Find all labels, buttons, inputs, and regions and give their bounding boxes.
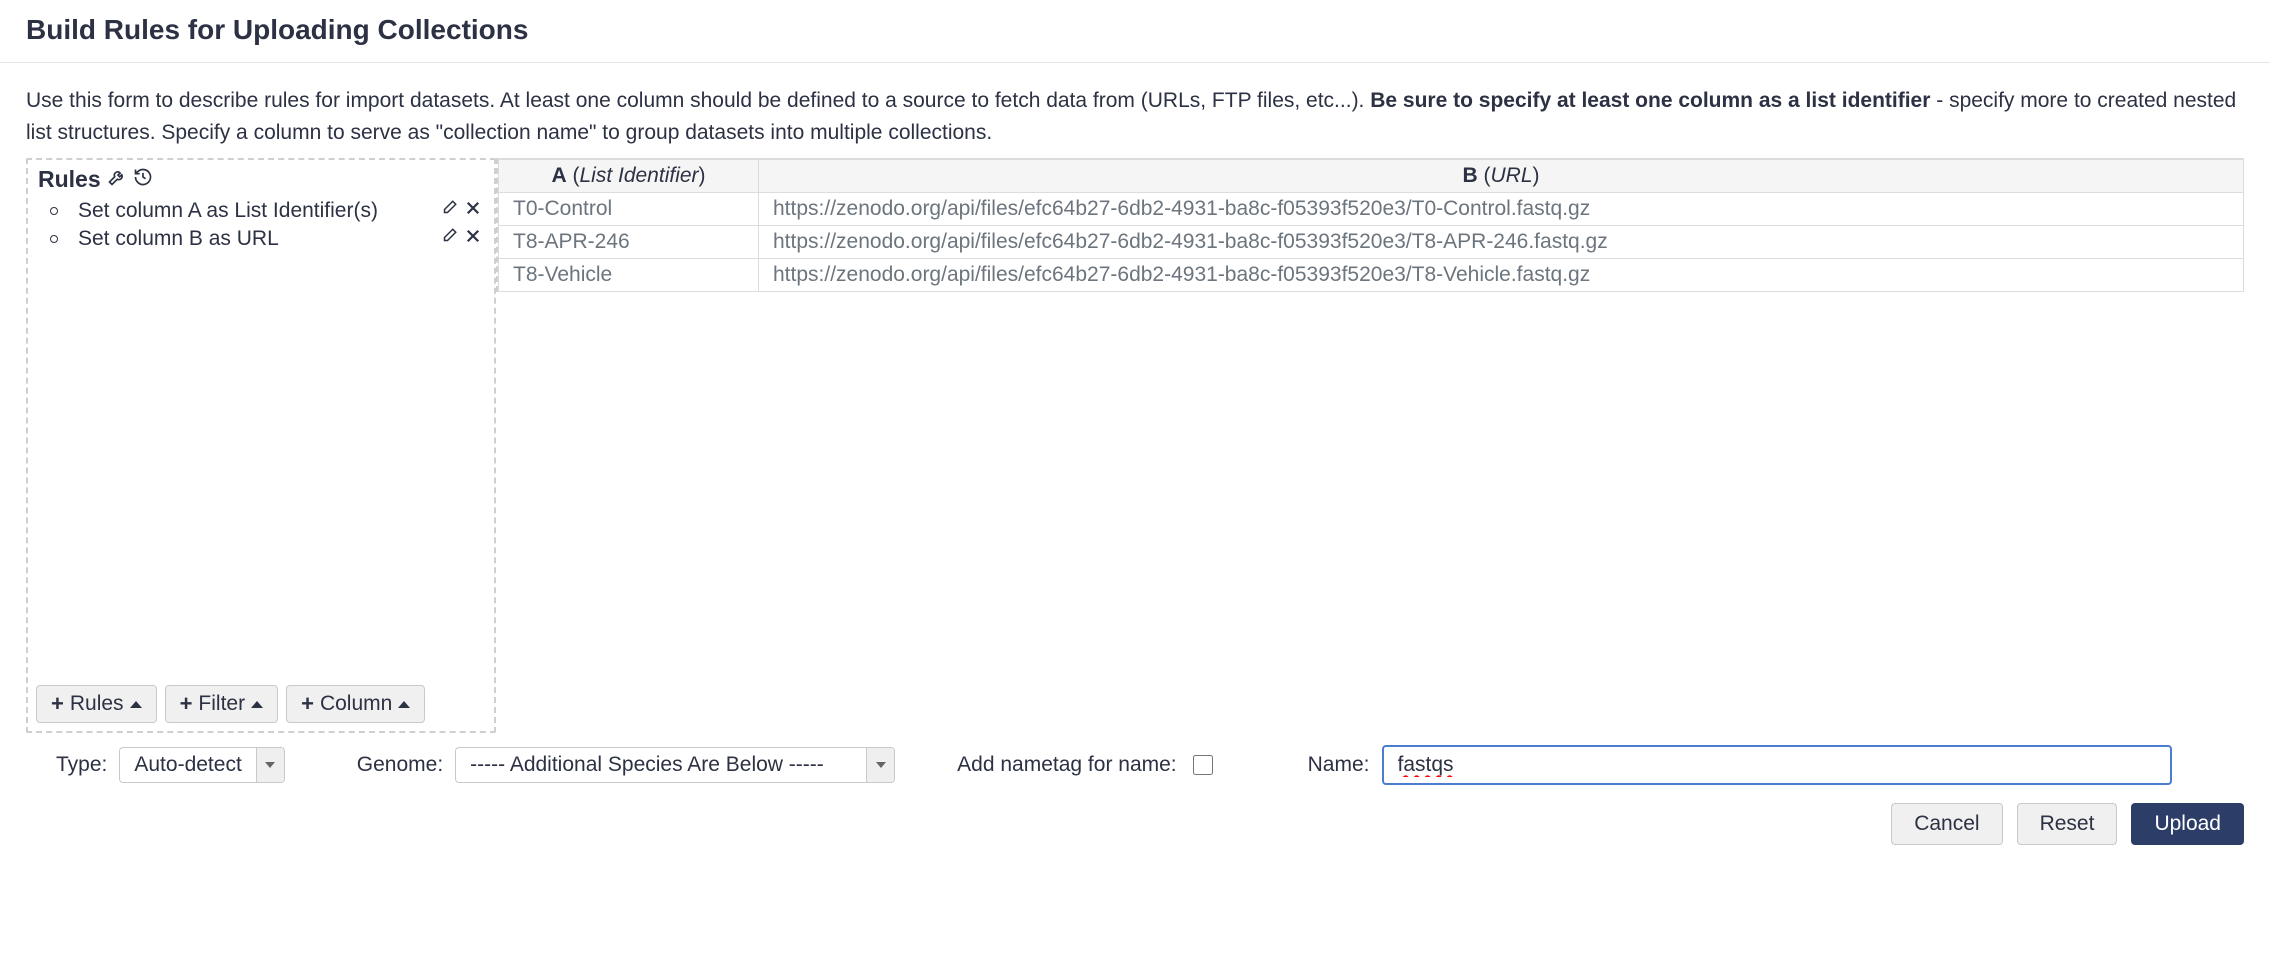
rules-heading-text: Rules	[38, 166, 101, 193]
button-label: Rules	[70, 692, 124, 716]
add-column-button[interactable]: + Column	[286, 685, 425, 723]
button-label: Filter	[198, 692, 245, 716]
rule-item: Set column A as List Identifier(s)	[50, 197, 482, 225]
data-table: A (List Identifier) B (URL) T0-Control h…	[498, 159, 2244, 292]
nametag-checkbox[interactable]	[1193, 755, 1213, 775]
table-row: T8-APR-246 https://zenodo.org/api/files/…	[499, 226, 2244, 259]
plus-icon: +	[301, 693, 314, 715]
history-icon[interactable]	[133, 166, 153, 193]
col-type: URL	[1490, 164, 1532, 187]
cell-url: https://zenodo.org/api/files/efc64b27-6d…	[759, 226, 2244, 259]
plus-icon: +	[180, 693, 193, 715]
cell-url: https://zenodo.org/api/files/efc64b27-6d…	[759, 193, 2244, 226]
data-table-area: A (List Identifier) B (URL) T0-Control h…	[496, 158, 2244, 292]
genome-label: Genome:	[357, 753, 443, 777]
description-bold: Be sure to specify at least one column a…	[1370, 89, 1930, 112]
rule-text: Set column B as URL	[78, 227, 279, 251]
wrench-icon[interactable]	[107, 166, 127, 193]
genome-value: ----- Additional Species Are Below -----	[456, 748, 866, 782]
description-text: Use this form to describe rules for impo…	[26, 89, 1370, 112]
genome-select[interactable]: ----- Additional Species Are Below -----	[455, 747, 895, 783]
caret-up-icon	[398, 701, 410, 708]
type-select[interactable]: Auto-detect	[119, 747, 284, 783]
add-filter-button[interactable]: + Filter	[165, 685, 279, 723]
close-icon[interactable]	[464, 227, 482, 251]
col-type: List Identifier	[579, 164, 698, 187]
chevron-down-icon	[866, 748, 894, 782]
rules-panel: Rules Set column A as List Identifier(s)	[26, 158, 496, 733]
table-row: T8-Vehicle https://zenodo.org/api/files/…	[499, 259, 2244, 292]
plus-icon: +	[51, 693, 64, 715]
page-description: Use this form to describe rules for impo…	[0, 63, 2270, 158]
rule-item: Set column B as URL	[50, 225, 482, 253]
nametag-label: Add nametag for name:	[957, 753, 1176, 777]
column-header-a[interactable]: A (List Identifier)	[499, 160, 759, 193]
table-row: T0-Control https://zenodo.org/api/files/…	[499, 193, 2244, 226]
name-input[interactable]	[1382, 745, 2172, 785]
caret-up-icon	[130, 701, 142, 708]
cell-identifier: T8-APR-246	[499, 226, 759, 259]
add-rules-button[interactable]: + Rules	[36, 685, 157, 723]
caret-up-icon	[251, 701, 263, 708]
edit-icon[interactable]	[440, 227, 458, 251]
rule-text: Set column A as List Identifier(s)	[78, 199, 378, 223]
cell-url: https://zenodo.org/api/files/efc64b27-6d…	[759, 259, 2244, 292]
page-title: Build Rules for Uploading Collections	[26, 14, 2244, 46]
col-letter: A	[551, 164, 566, 187]
cell-identifier: T8-Vehicle	[499, 259, 759, 292]
reset-button[interactable]: Reset	[2017, 803, 2118, 845]
close-icon[interactable]	[464, 199, 482, 223]
rules-list: Set column A as List Identifier(s) Set c…	[28, 197, 494, 253]
bullet-icon	[50, 207, 58, 215]
rules-heading: Rules	[28, 160, 494, 195]
upload-button[interactable]: Upload	[2131, 803, 2244, 845]
type-value: Auto-detect	[120, 748, 255, 782]
bullet-icon	[50, 235, 58, 243]
cell-identifier: T0-Control	[499, 193, 759, 226]
name-label: Name:	[1308, 753, 1370, 777]
type-label: Type:	[56, 753, 107, 777]
column-header-b[interactable]: B (URL)	[759, 160, 2244, 193]
col-letter: B	[1462, 164, 1477, 187]
edit-icon[interactable]	[440, 199, 458, 223]
button-label: Column	[320, 692, 392, 716]
chevron-down-icon	[256, 748, 284, 782]
cancel-button[interactable]: Cancel	[1891, 803, 2002, 845]
